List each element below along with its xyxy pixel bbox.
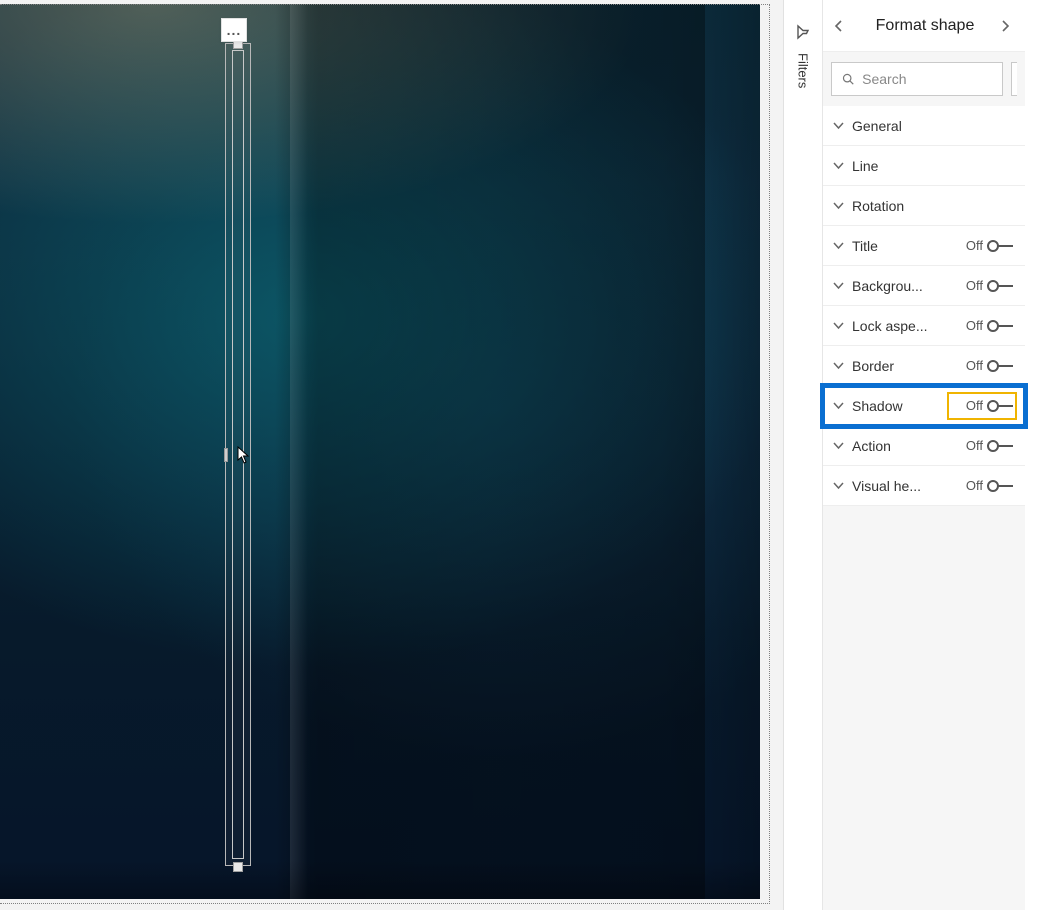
toggle-state-label: Off <box>966 358 983 373</box>
property-label: Action <box>852 438 891 454</box>
chevron-down-icon <box>833 400 844 411</box>
property-row-title[interactable]: Title Off <box>823 226 1025 266</box>
toggle-action[interactable]: Off <box>966 438 1015 453</box>
toggle-title[interactable]: Off <box>966 238 1015 253</box>
property-row-rotation[interactable]: Rotation <box>823 186 1025 226</box>
property-label: Line <box>852 158 878 174</box>
property-label: Visual he... <box>852 478 921 494</box>
chevron-down-icon <box>833 320 844 331</box>
property-row-left: Backgrou... <box>833 278 923 294</box>
visual-more-options-button[interactable]: ... <box>221 18 247 42</box>
search-box[interactable] <box>831 62 1003 96</box>
toggle-switch[interactable] <box>987 480 1015 492</box>
resize-handle-bottom[interactable] <box>233 862 243 872</box>
pane-back-button[interactable] <box>827 14 851 38</box>
canvas-selection-outline <box>0 4 770 904</box>
format-mode-peek[interactable] <box>1011 62 1017 96</box>
search-row <box>823 52 1025 106</box>
chevron-right-icon <box>999 20 1011 32</box>
property-row-left: Lock aspe... <box>833 318 928 334</box>
toggle-shadow[interactable]: Off <box>966 398 1015 413</box>
property-row-left: General <box>833 118 902 134</box>
property-row-shadow[interactable]: Shadow Off <box>823 386 1025 426</box>
chevron-down-icon <box>833 360 844 371</box>
property-list: General Line Rotation Title Off Backgrou... Of… <box>823 106 1025 506</box>
property-label: Border <box>852 358 894 374</box>
property-label: General <box>852 118 902 134</box>
toggle-state-label: Off <box>966 238 983 253</box>
toggle-state-label: Off <box>966 318 983 333</box>
property-row-left: Title <box>833 238 878 254</box>
search-icon <box>842 72 854 86</box>
chevron-down-icon <box>833 240 844 251</box>
toggle-state-label: Off <box>966 278 983 293</box>
chevron-down-icon <box>833 200 844 211</box>
property-row-left: Line <box>833 158 878 174</box>
toggle-state-label: Off <box>966 478 983 493</box>
pane-next-button[interactable] <box>993 14 1017 38</box>
chevron-down-icon <box>833 280 844 291</box>
chevron-down-icon <box>833 120 844 131</box>
toggle-border[interactable]: Off <box>966 358 1015 373</box>
filters-rail: Filters <box>784 0 822 910</box>
toggle-lock_aspect[interactable]: Off <box>966 318 1015 333</box>
chevron-left-icon <box>833 20 845 32</box>
app-root: ... Filters Format shape <box>0 0 1042 910</box>
toggle-visual_header[interactable]: Off <box>966 478 1015 493</box>
property-label: Rotation <box>852 198 904 214</box>
toggle-switch[interactable] <box>987 440 1015 452</box>
filters-pane-label[interactable]: Filters <box>796 53 811 88</box>
property-label: Shadow <box>852 398 903 414</box>
property-label: Title <box>852 238 878 254</box>
toggle-switch[interactable] <box>987 360 1015 372</box>
chevron-down-icon <box>833 440 844 451</box>
property-row-action[interactable]: Action Off <box>823 426 1025 466</box>
property-label: Lock aspe... <box>852 318 928 334</box>
filters-collapse-icon[interactable] <box>795 24 811 43</box>
resize-handle-middle[interactable] <box>224 448 228 462</box>
property-row-general[interactable]: General <box>823 106 1025 146</box>
toggle-switch[interactable] <box>987 320 1015 332</box>
search-input[interactable] <box>862 71 992 87</box>
property-row-left: Rotation <box>833 198 904 214</box>
property-row-left: Visual he... <box>833 478 921 494</box>
pane-header: Format shape <box>823 0 1025 52</box>
toggle-switch[interactable] <box>987 280 1015 292</box>
property-row-visual_header[interactable]: Visual he... Off <box>823 466 1025 506</box>
property-row-lock_aspect[interactable]: Lock aspe... Off <box>823 306 1025 346</box>
property-label: Backgrou... <box>852 278 923 294</box>
property-row-border[interactable]: Border Off <box>823 346 1025 386</box>
toggle-background[interactable]: Off <box>966 278 1015 293</box>
property-row-left: Border <box>833 358 894 374</box>
property-row-left: Shadow <box>833 398 903 414</box>
format-shape-pane: Format shape General Line Rotation Title Off… <box>822 0 1025 910</box>
toggle-state-label: Off <box>966 398 983 413</box>
pane-title: Format shape <box>870 17 975 35</box>
toggle-state-label: Off <box>966 438 983 453</box>
chevron-down-icon <box>833 160 844 171</box>
selected-shape-inner <box>232 50 244 859</box>
property-row-background[interactable]: Backgrou... Off <box>823 266 1025 306</box>
report-canvas[interactable]: ... <box>0 0 783 910</box>
property-row-line[interactable]: Line <box>823 146 1025 186</box>
side-panels: Filters Format shape GeneralLineRotati <box>783 0 1042 910</box>
toggle-switch[interactable] <box>987 400 1015 412</box>
chevron-down-icon <box>833 480 844 491</box>
property-row-left: Action <box>833 438 891 454</box>
toggle-switch[interactable] <box>987 240 1015 252</box>
